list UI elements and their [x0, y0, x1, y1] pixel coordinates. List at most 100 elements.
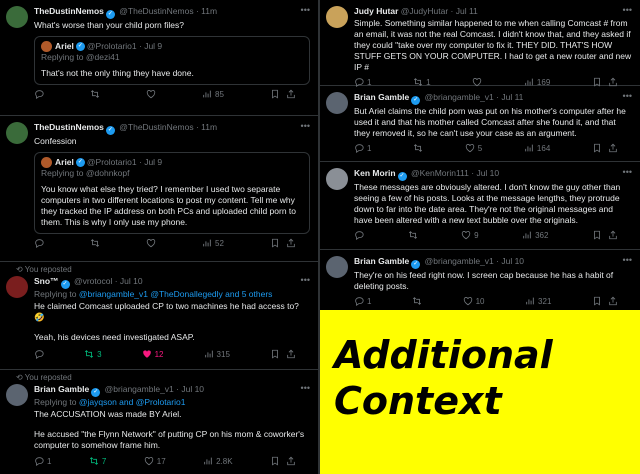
views-button[interactable]: 52	[202, 238, 224, 248]
share-icon[interactable]	[608, 143, 618, 153]
avatar[interactable]	[326, 256, 348, 278]
author-handle[interactable]: @TheDustinNemos	[119, 122, 193, 132]
timestamp[interactable]: · Jul 11	[496, 92, 523, 102]
share-icon[interactable]	[286, 238, 296, 248]
bookmark-icon[interactable]	[592, 143, 602, 153]
bookmark-icon[interactable]	[270, 238, 280, 248]
views-button[interactable]: 2.8K	[203, 456, 233, 466]
views-button[interactable]: 164	[524, 143, 550, 153]
timestamp: · Jul 9	[139, 157, 163, 167]
author-name[interactable]: Brian Gamble	[354, 256, 409, 266]
views-button[interactable]: 315	[204, 349, 230, 359]
avatar[interactable]	[326, 168, 348, 190]
share-icon[interactable]	[286, 89, 296, 99]
action-bar: 85	[34, 85, 310, 99]
author-name[interactable]: TheDustinNemos	[34, 6, 104, 16]
tweet-dustin-2[interactable]: TheDustinNemos ✓ @TheDustinNemos · 11m ••…	[0, 116, 318, 262]
like-count: 12	[154, 349, 164, 359]
author-handle[interactable]: @KenMorin111	[411, 168, 469, 178]
more-icon[interactable]: •••	[301, 275, 310, 285]
timestamp[interactable]: · Jul 10	[176, 384, 204, 394]
author-name[interactable]: Brian Gamble	[34, 384, 89, 394]
bookmark-icon[interactable]	[270, 456, 280, 466]
quoted-tweet[interactable]: Ariel ✓ @Prolotario1 · Jul 9 Replying to …	[34, 152, 310, 234]
share-icon[interactable]	[286, 456, 296, 466]
views-button[interactable]: 85	[202, 89, 224, 99]
repost-button[interactable]: 3	[84, 349, 102, 359]
bookmark-icon[interactable]	[270, 349, 280, 359]
avatar[interactable]	[326, 6, 348, 28]
repost-button[interactable]: 7	[89, 456, 106, 466]
avatar[interactable]	[6, 276, 28, 298]
tweet-brian-gamble-2[interactable]: Brian Gamble ✓ @briangamble_v1 · Jul 10 •…	[320, 250, 640, 310]
like-button[interactable]: 17	[144, 456, 166, 466]
like-button[interactable]	[146, 89, 156, 99]
like-button[interactable]: 9	[461, 230, 479, 240]
author-name[interactable]: TheDustinNemos	[34, 122, 104, 132]
like-button[interactable]	[146, 238, 156, 248]
tweet-brian-gamble-1[interactable]: Brian Gamble ✓ @briangamble_v1 · Jul 11 •…	[320, 86, 640, 162]
author-handle[interactable]: @briangamble_v1	[425, 256, 494, 266]
tweet-judy-hutar[interactable]: Judy Hutar @JudyHutar · Jul 11 ••• Simpl…	[320, 0, 640, 86]
reply-button[interactable]: 1	[354, 143, 371, 153]
avatar[interactable]	[6, 122, 28, 144]
tweet-brian-gamble-left[interactable]: ⟲ You reposted Brian Gamble ✓ @briangambl…	[0, 370, 318, 474]
like-icon	[142, 349, 152, 359]
bookmark-icon[interactable]	[592, 296, 602, 306]
avatar[interactable]	[6, 6, 28, 28]
more-icon[interactable]: •••	[623, 5, 632, 15]
tweet-header: Ken Morin ✓ @KenMorin111 · Jul 10	[354, 168, 632, 181]
replying-links[interactable]: @briangamble_v1 @TheDonallegedly and 5 o…	[79, 289, 273, 299]
repost-button[interactable]	[90, 89, 100, 99]
timestamp[interactable]: · 11m	[196, 6, 217, 16]
bookmark-icon[interactable]	[592, 230, 602, 240]
like-button[interactable]: 10	[463, 296, 484, 306]
repost-button[interactable]	[90, 238, 100, 248]
more-icon[interactable]: •••	[301, 383, 310, 393]
tweet-dustin-1[interactable]: TheDustinNemos ✓ @TheDustinNemos · 11m ••…	[0, 0, 318, 116]
timestamp[interactable]: · Jul 10	[471, 168, 499, 178]
left-screenshot: TheDustinNemos ✓ @TheDustinNemos · 11m ••…	[0, 0, 318, 474]
reply-button[interactable]: 1	[34, 456, 51, 466]
more-icon[interactable]: •••	[301, 5, 310, 15]
timestamp[interactable]: · Jul 11	[451, 6, 478, 16]
share-icon[interactable]	[608, 296, 618, 306]
author-handle[interactable]: @TheDustinNemos	[119, 6, 193, 16]
reply-button[interactable]	[354, 230, 364, 240]
more-icon[interactable]: •••	[623, 167, 632, 177]
reply-button[interactable]	[34, 89, 44, 99]
like-button[interactable]: 12	[142, 349, 164, 359]
author-name[interactable]: Judy Hutar	[354, 6, 398, 16]
reply-button[interactable]	[34, 238, 44, 248]
bookmark-icon[interactable]	[270, 89, 280, 99]
share-icon[interactable]	[608, 230, 618, 240]
author-handle[interactable]: @JudyHutar	[401, 6, 448, 16]
tweet-ken-morin[interactable]: Ken Morin ✓ @KenMorin111 · Jul 10 ••• The…	[320, 162, 640, 250]
reply-button[interactable]	[34, 349, 44, 359]
like-button[interactable]: 5	[465, 143, 482, 153]
repost-button[interactable]	[413, 143, 423, 153]
share-icon[interactable]	[286, 349, 296, 359]
timestamp[interactable]: · Jul 10	[115, 276, 143, 286]
quoted-tweet[interactable]: Ariel ✓ @Prolotario1 · Jul 9 Replying to …	[34, 36, 310, 85]
author-handle[interactable]: @briangamble_v1	[425, 92, 494, 102]
author-name[interactable]: Brian Gamble	[354, 92, 409, 102]
author-handle[interactable]: @vrotocol	[74, 276, 112, 286]
replying-links[interactable]: @jayqson and @Prolotario1	[79, 397, 186, 407]
repost-button[interactable]	[412, 296, 422, 306]
tweet-sno[interactable]: ⟲ You reposted Sno™ ✓ @vrotocol · Jul 10 …	[0, 262, 318, 370]
avatar[interactable]	[6, 384, 28, 406]
views-button[interactable]: 362	[522, 230, 548, 240]
repost-button[interactable]	[408, 230, 418, 240]
more-icon[interactable]: •••	[623, 255, 632, 265]
author-handle[interactable]: @briangamble_v1	[105, 384, 174, 394]
author-name[interactable]: Sno™	[34, 276, 59, 286]
more-icon[interactable]: •••	[623, 91, 632, 101]
author-name[interactable]: Ken Morin	[354, 168, 396, 178]
more-icon[interactable]: •••	[301, 121, 310, 131]
views-button[interactable]: 321	[525, 296, 551, 306]
timestamp[interactable]: · Jul 10	[496, 256, 524, 266]
reply-button[interactable]: 1	[354, 296, 371, 306]
avatar[interactable]	[326, 92, 348, 114]
timestamp[interactable]: · 11m	[196, 122, 217, 132]
